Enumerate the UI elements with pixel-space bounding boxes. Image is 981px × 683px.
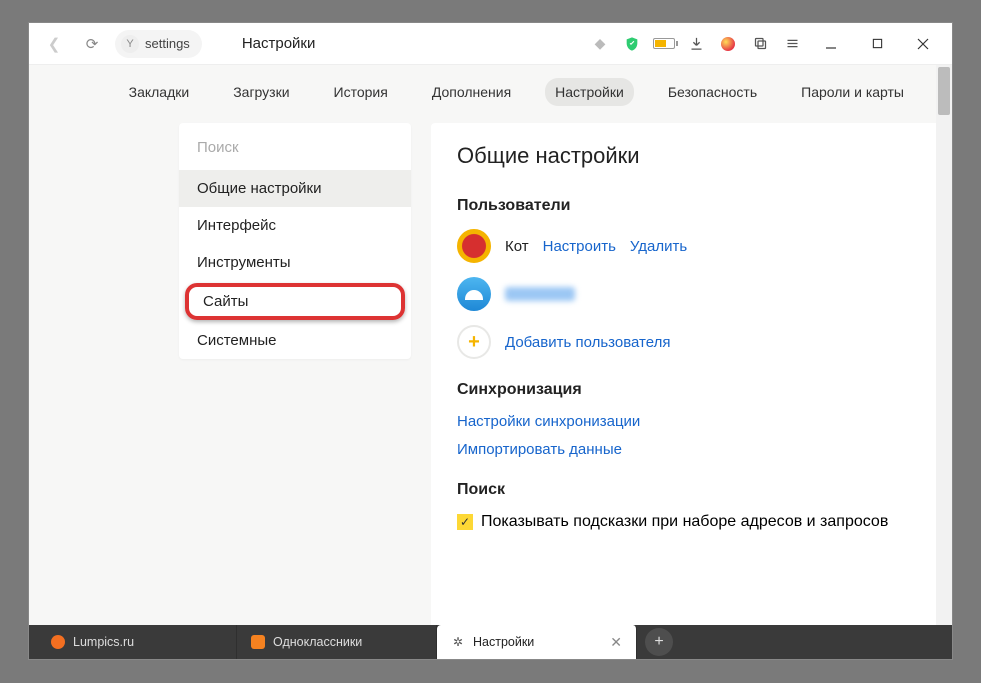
reload-button[interactable]: ⟳ bbox=[73, 25, 111, 63]
close-tab-icon[interactable]: ✕ bbox=[600, 634, 622, 651]
page-title: Настройки bbox=[242, 35, 316, 52]
tab-label: Одноклассники bbox=[273, 635, 362, 649]
tab-odnoklassniki[interactable]: Одноклассники bbox=[237, 625, 437, 659]
settings-topnav: Закладки Загрузки История Дополнения Нас… bbox=[29, 65, 936, 119]
user-configure-link[interactable]: Настроить bbox=[543, 238, 616, 255]
import-data-link[interactable]: Импортировать данные bbox=[457, 441, 622, 458]
avatar-icon bbox=[457, 229, 491, 263]
checkbox-checked-icon: ✓ bbox=[457, 514, 473, 530]
titlebar: ❮ ⟳ Y settings Настройки ◆ bbox=[29, 23, 952, 65]
topnav-history[interactable]: История bbox=[324, 78, 398, 106]
tab-lumpics[interactable]: Lumpics.ru bbox=[37, 625, 237, 659]
search-suggestions-checkbox[interactable]: ✓ Показывать подсказки при наборе адресо… bbox=[457, 513, 910, 531]
add-user-link[interactable]: Добавить пользователя bbox=[505, 334, 670, 351]
address-bar[interactable]: Y settings bbox=[115, 30, 202, 58]
user-row: Кот Настроить Удалить bbox=[457, 229, 910, 263]
sidebar-item-sites[interactable]: Сайты bbox=[203, 293, 387, 310]
add-user-row[interactable]: + Добавить пользователя bbox=[457, 325, 910, 359]
sync-settings-link[interactable]: Настройки синхронизации bbox=[457, 413, 640, 430]
favicon-icon bbox=[51, 635, 65, 649]
sidebar-item-system[interactable]: Системные bbox=[179, 322, 411, 359]
extension-icon[interactable] bbox=[712, 25, 744, 63]
section-search-title: Поиск bbox=[457, 481, 910, 499]
copy-icon[interactable] bbox=[744, 25, 776, 63]
user-delete-link[interactable]: Удалить bbox=[630, 238, 687, 255]
topnav-passwords[interactable]: Пароли и карты bbox=[791, 78, 914, 106]
user-name-label: Кот bbox=[505, 238, 529, 255]
section-users-title: Пользователи bbox=[457, 197, 910, 215]
tab-label: Lumpics.ru bbox=[73, 635, 134, 649]
vertical-scrollbar[interactable] bbox=[936, 65, 952, 625]
tab-label: Настройки bbox=[473, 635, 534, 649]
add-icon: + bbox=[457, 325, 491, 359]
topnav-downloads[interactable]: Загрузки bbox=[223, 78, 299, 106]
scrollbar-thumb[interactable] bbox=[938, 67, 950, 115]
annotation-highlight: Сайты bbox=[185, 283, 405, 320]
browser-window: ❮ ⟳ Y settings Настройки ◆ bbox=[28, 22, 953, 660]
address-label: settings bbox=[145, 36, 190, 51]
browser-tabstrip: Lumpics.ru Одноклассники ✲ Настройки ✕ + bbox=[29, 625, 952, 659]
avatar-icon bbox=[457, 277, 491, 311]
close-button[interactable] bbox=[900, 25, 946, 63]
shield-icon[interactable] bbox=[616, 25, 648, 63]
sidebar-search[interactable]: Поиск bbox=[179, 123, 411, 170]
battery-icon bbox=[648, 25, 680, 63]
checkbox-label: Показывать подсказки при наборе адресов … bbox=[481, 513, 888, 531]
user-row bbox=[457, 277, 910, 311]
topnav-security[interactable]: Безопасность bbox=[658, 78, 767, 106]
gear-icon: ✲ bbox=[451, 635, 465, 649]
content-area: Закладки Загрузки История Дополнения Нас… bbox=[29, 65, 936, 625]
back-button[interactable]: ❮ bbox=[35, 25, 73, 63]
topnav-bookmarks[interactable]: Закладки bbox=[119, 78, 200, 106]
maximize-button[interactable] bbox=[854, 25, 900, 63]
sidebar-item-general[interactable]: Общие настройки bbox=[179, 170, 411, 207]
topnav-settings[interactable]: Настройки bbox=[545, 78, 634, 106]
redacted-text bbox=[505, 287, 575, 301]
tab-settings[interactable]: ✲ Настройки ✕ bbox=[437, 625, 637, 659]
minimize-button[interactable] bbox=[808, 25, 854, 63]
settings-main: Общие настройки Пользователи Кот Настрои… bbox=[431, 123, 936, 625]
menu-icon[interactable] bbox=[776, 25, 808, 63]
bookmark-icon[interactable]: ◆ bbox=[584, 25, 616, 63]
new-tab-button[interactable]: + bbox=[645, 628, 673, 656]
settings-sidebar: Поиск Общие настройки Интерфейс Инструме… bbox=[179, 123, 411, 359]
topnav-addons[interactable]: Дополнения bbox=[422, 78, 521, 106]
favicon-icon bbox=[251, 635, 265, 649]
sidebar-item-tools[interactable]: Инструменты bbox=[179, 244, 411, 281]
downloads-icon[interactable] bbox=[680, 25, 712, 63]
site-identity-icon: Y bbox=[121, 35, 139, 53]
section-sync-title: Синхронизация bbox=[457, 381, 910, 399]
main-heading: Общие настройки bbox=[457, 143, 910, 169]
sidebar-item-interface[interactable]: Интерфейс bbox=[179, 207, 411, 244]
